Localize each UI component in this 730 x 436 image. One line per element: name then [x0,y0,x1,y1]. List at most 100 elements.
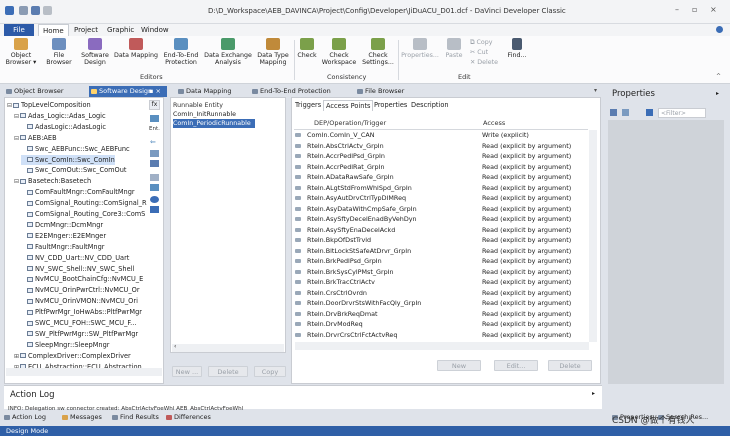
access-hscrollbar[interactable] [295,342,589,350]
tab-file-browser[interactable]: File Browser [355,86,425,97]
access-row[interactable]: Rteln.BrkTracCtrlActv Read (explicit by a… [295,278,571,288]
help-icon[interactable] [716,26,723,33]
filter-icon[interactable]: fx [149,100,160,110]
minimize-button[interactable]: – [675,5,679,14]
new-access-button[interactable]: New [437,360,481,371]
software-design-button[interactable]: Software Design [78,38,112,66]
delete-button[interactable]: ✕ Delete [470,59,498,66]
tab-data-mapping[interactable]: Data Mapping [176,86,246,97]
tab-access-points[interactable]: Access Points [323,100,374,111]
access-row[interactable]: Rteln.DrvBrkReqDmat Read (explicit by arg… [295,310,571,320]
menu-home[interactable]: Home [38,24,69,36]
tab-find-results[interactable]: Find Results [112,412,159,423]
tab-triggers[interactable]: Triggers [293,100,323,111]
runnable-item[interactable]: ComIn_InitRunnable [173,110,236,119]
column-header-access[interactable]: Access [483,119,505,127]
find-button[interactable]: Find... [505,38,529,59]
tab-properties[interactable]: Properties [372,100,409,111]
tab-end-to-end[interactable]: End-To-End Protection [250,86,350,97]
properties-pin-icon[interactable]: ▸ [716,90,719,97]
link-icon[interactable] [150,184,159,191]
access-row[interactable]: Rteln.BltLockStSafeAtDrvr_GrpIn Read (exp… [295,247,571,257]
data-icon[interactable] [150,150,159,157]
access-row[interactable]: Rteln.BrkPedlPsd_GrpIn Read (explicit by … [295,257,571,267]
access-row[interactable]: Rteln.DoorDrvrStsWithFacQly_GrpIn Read (e… [295,299,571,309]
tree-node[interactable]: PltfPwrMgr_IoHwAbs::PltfPwrMgr [21,307,142,317]
access-row[interactable]: Rteln.DrvrCrsCtrlFctActvReq Read (explici… [295,331,571,341]
tree-node[interactable]: Swc_ComOut::Swc_ComOut [21,165,126,175]
arrow-left-icon[interactable]: ⇐ [150,138,156,146]
tab-action-log[interactable]: Action Log [4,412,46,423]
tree-node[interactable]: ComSignal_Routing_Core3::ComS [21,209,145,219]
tabs-overflow-icon[interactable]: ▾ [594,87,597,94]
runnable-item-selected[interactable]: ComIn_PeriodicRunnable [173,119,255,128]
tree-node[interactable]: E2EMnger::E2EMnger [21,231,106,241]
tab-object-browser[interactable]: Object Browser [4,86,86,97]
save-icon[interactable] [31,6,40,15]
tree-node[interactable]: NV_CDD_Uart::NV_CDD_Uart [21,253,129,263]
access-row[interactable]: Rteln.ALgtStdFromWhlSpd_GrpIn Read (expli… [295,184,571,194]
component-icon[interactable] [150,206,159,213]
access-row[interactable]: Rteln.ADataRawSafe_GrpIn Read (explicit b… [295,173,571,183]
ent-icon[interactable]: Ent. [149,126,160,132]
tree-node[interactable]: Swc_AEBFunc::Swc_AEBFunc [21,144,130,154]
tree-node[interactable]: SleepMngr::SleepMngr [21,340,110,350]
tree-node[interactable]: ⊞ ComplexDriver::ComplexDriver [14,351,131,361]
data-mapping-button[interactable]: Data Mapping [113,38,159,59]
tree-node[interactable]: DcmMngr::DcmMngr [21,220,103,230]
menu-file[interactable]: File [4,24,34,36]
tree-node[interactable]: SW_PltfPwrMgr::SW_PltfPwrMgr [21,329,138,339]
check-workspace-button[interactable]: Check Workspace [321,38,357,66]
access-row[interactable]: ComIn.ComIn_V_CAN Write (explicit) [295,131,529,141]
property-pages-icon[interactable] [646,109,653,116]
access-row[interactable]: Rteln.AsySftyDecelEnadByVehDyn Read (expl… [295,215,571,225]
tab-software-design[interactable]: Software Design ▪ × [89,86,167,97]
new-icon[interactable] [19,6,28,15]
data-exchange-button[interactable]: Data Exchange Analysis [203,38,253,66]
tree-node[interactable]: ⊟ TopLevelComposition [7,100,91,110]
menu-window[interactable]: Window [137,24,173,36]
file-browser-button[interactable]: File Browser [44,38,74,66]
tree-node[interactable]: SWC_MCU_FOH::SWC_MCU_F... [21,318,136,328]
tree-node[interactable]: NvMCU_BootChainCfg::NvMCU_E [21,274,143,284]
column-header-dep[interactable]: DEP/Operation/Trigger [314,119,386,127]
access-row[interactable]: Rteln.BrkSysCylPMst_GrpIn Read (explicit … [295,268,571,278]
tree-hscrollbar[interactable] [6,368,162,376]
scroll-left-icon[interactable]: ‹ [174,343,176,350]
copy-button[interactable]: ⧉ Copy [470,39,492,47]
grid-icon[interactable] [150,160,159,167]
menu-project[interactable]: Project [70,24,102,36]
action-log-pin-icon[interactable]: ▸ [592,390,595,397]
tab-description[interactable]: Description [409,100,451,111]
node-icon[interactable] [150,174,159,181]
data-type-mapping-button[interactable]: Data Type Mapping [254,38,292,66]
delete-access-button[interactable]: Delete [548,360,592,371]
tree-node[interactable]: ComSignal_Routing::ComSignal_R [21,198,147,208]
paste-button[interactable]: Paste [444,38,464,59]
collapse-ribbon-icon[interactable]: ^ [716,73,721,80]
menu-graphic[interactable]: Graphic [103,24,138,36]
tree-node[interactable]: NV_SWC_Shell::NV_SWC_Shell [21,264,134,274]
tab-pin-icon[interactable]: ▪ × [149,86,161,97]
add-icon[interactable] [150,115,159,122]
access-row[interactable]: Rteln.BkpOfDstTrvld Read (explicit by arg… [295,236,571,246]
new-runnable-button[interactable]: New ... [172,366,202,377]
access-row[interactable]: Rteln.AsyAutDrvCtrlTypDIMReq Read (explic… [295,194,571,204]
access-row[interactable]: Rteln.AccrPedlPsd_GrpIn Read (explicit by… [295,152,571,162]
delete-runnable-button[interactable]: Delete [208,366,248,377]
access-row[interactable]: Rteln.AsyDataWithCmpSafe_GrpIn Read (expl… [295,205,571,215]
check-settings-button[interactable]: Check Settings... [360,38,396,66]
categorized-icon[interactable] [610,109,617,116]
tree-node[interactable]: AdasLogic::AdasLogic [21,122,106,132]
properties-filter[interactable]: <Filter> [658,108,706,118]
tab-differences[interactable]: Differences [166,412,211,423]
object-browser-button[interactable]: Object Browser ▾ [4,38,38,66]
tree-node[interactable]: ⊟ AEB:AEB [14,133,57,143]
access-row[interactable]: Rteln.AsySftyEnaDecelAckd Read (explicit … [295,226,571,236]
tree-node[interactable]: ⊟ Basetech:Basetech [14,176,91,186]
undo-icon[interactable] [43,6,52,15]
access-row[interactable]: Rteln.CrsCtrlOvrdn Read (explicit by argu… [295,289,571,299]
end-to-end-button[interactable]: End-To-End Protection [160,38,202,66]
access-row[interactable]: Rteln.AccrPedlRat_GrpIn Read (explicit by… [295,163,571,173]
close-button[interactable]: × [710,5,717,14]
